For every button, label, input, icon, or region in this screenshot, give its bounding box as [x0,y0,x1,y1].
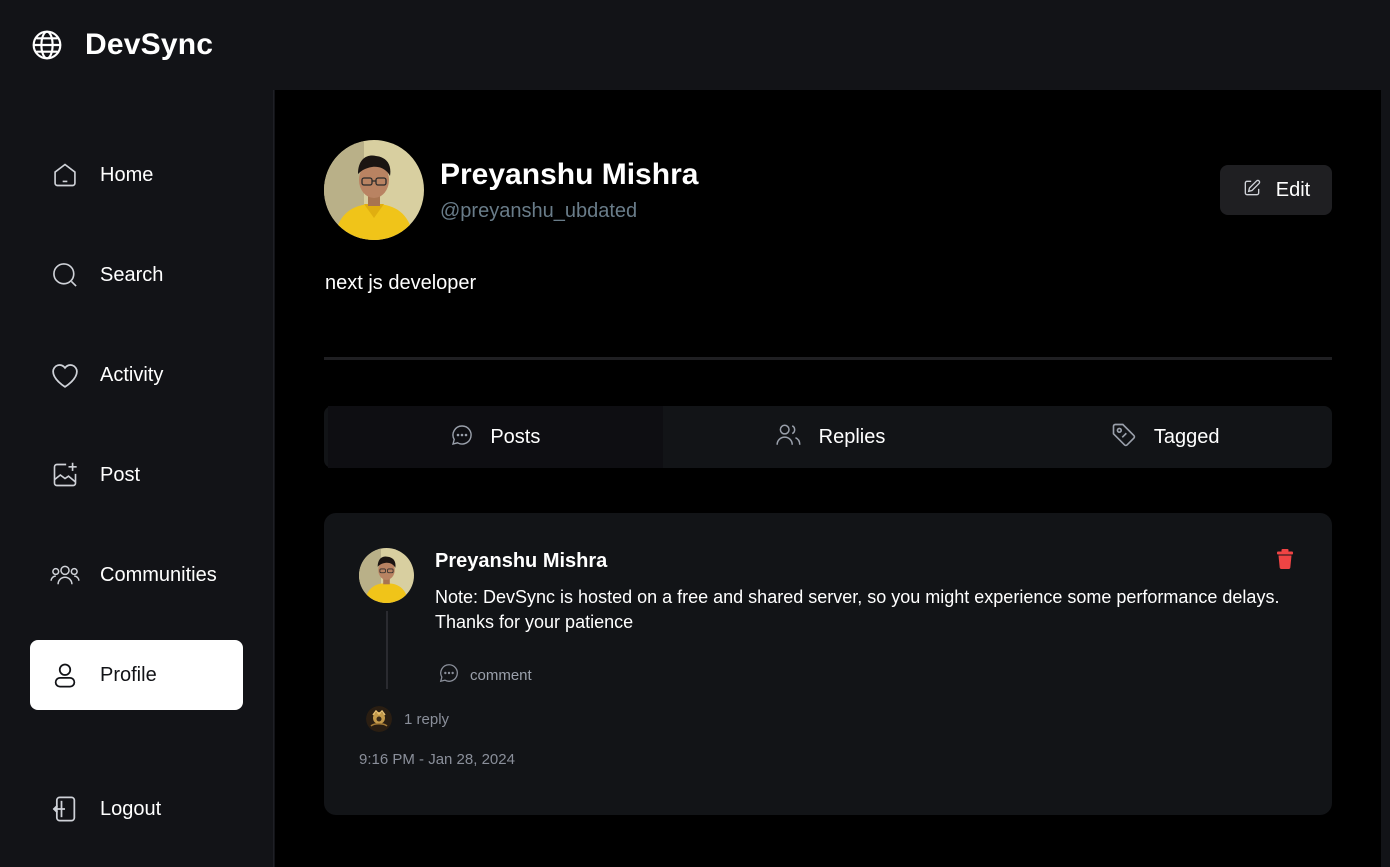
profile-name: Preyanshu Mishra [440,158,699,191]
tab-posts[interactable]: Posts [328,406,663,468]
sidebar-item-communities[interactable]: Communities [30,540,243,610]
profile-tabs: Posts Replies Tagged [324,406,1332,468]
sidebar-item-profile[interactable]: Profile [30,640,243,710]
tab-replies[interactable]: Replies [663,406,998,468]
post-timestamp: 9:16 PM - Jan 28, 2024 [359,751,515,768]
sidebar-item-label: Communities [100,563,217,586]
app-name[interactable]: DevSync [85,28,213,62]
divider [324,357,1332,360]
logout-label: Logout [100,797,162,820]
comment-button[interactable]: comment [438,663,532,687]
comment-label: comment [470,666,532,684]
chat-bubble-icon [450,423,474,452]
tag-icon [1110,421,1138,454]
heart-icon [50,360,80,390]
app-root: DevSync Home Search Activity Post Commun… [0,0,1390,867]
comment-icon [438,662,460,689]
sidebar-item-home[interactable]: Home [30,140,243,210]
globe-icon[interactable] [30,28,64,62]
sidebar: Home Search Activity Post Communities Pr… [0,90,274,867]
post-author-avatar[interactable] [359,548,414,603]
profile-handle: @preyanshu_ubdated [440,200,638,222]
post-author-name[interactable]: Preyanshu Mishra [435,550,607,573]
tab-label: Posts [490,425,541,448]
people-icon [775,422,803,453]
reply-author-avatar[interactable] [366,706,392,732]
sidebar-item-label: Home [100,163,154,186]
edit-label: Edit [1275,178,1311,201]
replies-summary: 1 reply [366,706,449,732]
logout-icon [50,794,80,824]
logout-button[interactable]: Logout [30,774,243,844]
post-text: Note: DevSync is hosted on a free and sh… [435,587,1280,632]
profile-bio: next js developer [325,272,477,294]
tab-label: Tagged [1153,425,1220,448]
sidebar-item-label: Activity [100,363,164,386]
image-plus-icon [50,460,80,490]
edit-profile-button[interactable]: Edit [1220,165,1332,215]
sidebar-item-label: Profile [100,663,157,686]
sidebar-item-activity[interactable]: Activity [30,340,243,410]
home-icon [50,160,80,190]
trash-icon [1275,549,1295,574]
sidebar-item-post[interactable]: Post [30,440,243,510]
sidebar-item-search[interactable]: Search [30,240,243,310]
thread-line [386,611,388,689]
sidebar-item-label: Search [100,263,164,286]
user-icon [50,660,80,690]
reply-count[interactable]: 1 reply [404,711,449,728]
topbar: DevSync [0,0,1390,90]
edit-icon [1242,178,1262,203]
delete-post-button[interactable] [1275,548,1297,570]
tab-tagged[interactable]: Tagged [997,406,1332,468]
sidebar-item-label: Post [100,463,141,486]
profile-page: Preyanshu Mishra @preyanshu_ubdated Edit… [275,90,1381,867]
profile-avatar[interactable] [324,140,424,240]
tab-label: Replies [818,425,886,448]
search-icon [50,260,80,290]
users-icon [50,560,80,590]
post-card: Preyanshu Mishra Note: DevSync is hosted… [324,513,1332,815]
